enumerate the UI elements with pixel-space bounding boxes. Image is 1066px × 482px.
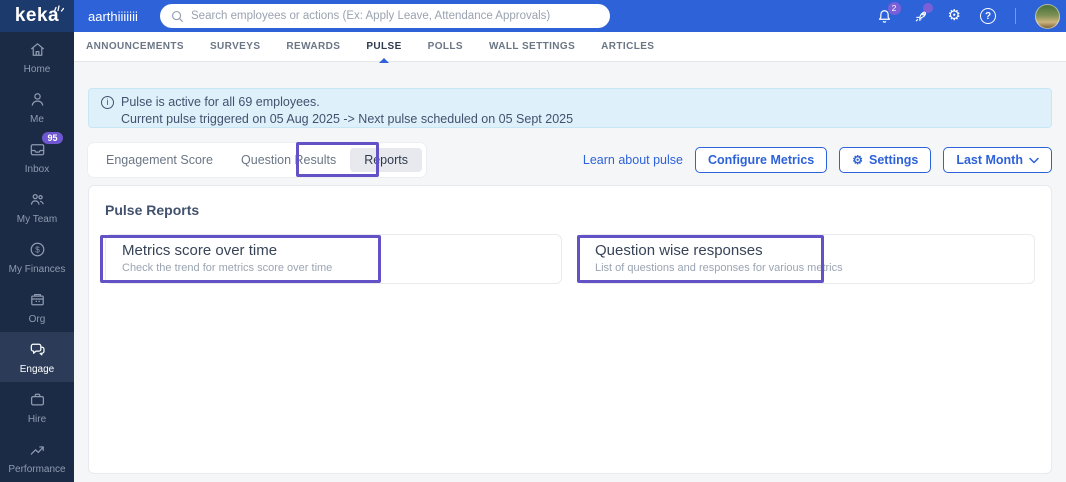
engage-icon (28, 340, 47, 359)
settings-header-button[interactable] (948, 7, 961, 25)
search-input[interactable] (191, 10, 599, 22)
search-icon (171, 10, 184, 23)
hire-icon (28, 390, 47, 409)
pulse-sub-tabs: Engagement Score Question Results Report… (88, 143, 426, 177)
help-icon: ? (980, 8, 996, 24)
gear-icon (852, 153, 863, 167)
tab-engagement-score[interactable]: Engagement Score (92, 148, 227, 172)
tab-wall-settings[interactable]: WALL SETTINGS (489, 32, 575, 62)
app-header: aarthiiiiiii 2 ? (74, 0, 1066, 32)
avatar[interactable] (1035, 3, 1060, 29)
tab-surveys[interactable]: SURVEYS (210, 32, 260, 62)
configure-metrics-button[interactable]: Configure Metrics (694, 147, 828, 173)
performance-icon (28, 440, 47, 459)
sidebar-item-hire[interactable]: Hire (0, 382, 74, 432)
inbox-count-badge: 95 (42, 131, 63, 144)
pulse-controls-row: Engagement Score Question Results Report… (88, 143, 1052, 177)
sidebar-item-my-finances[interactable]: $ My Finances (0, 232, 74, 282)
finances-icon: $ (28, 240, 47, 259)
help-button[interactable]: ? (980, 8, 996, 24)
sidebar-item-engage[interactable]: Engage (0, 332, 74, 382)
svg-text:$: $ (35, 245, 40, 254)
info-icon: i (101, 95, 114, 109)
gear-icon (948, 7, 961, 25)
learn-about-pulse-link[interactable]: Learn about pulse (583, 153, 683, 167)
tab-reports[interactable]: Reports (350, 148, 422, 172)
main-content: i Pulse is active for all 69 employees. … (74, 62, 1066, 482)
tab-polls[interactable]: POLLS (428, 32, 463, 62)
team-icon (28, 190, 47, 209)
inbox-icon: 95 (28, 131, 63, 159)
tab-articles[interactable]: ARTICLES (601, 32, 654, 62)
logo-spark-icon (53, 3, 64, 12)
notification-badge: 2 (887, 1, 901, 15)
pulse-reports-panel: Pulse Reports Metrics score over time Ch… (88, 185, 1052, 474)
tab-announcements[interactable]: ANNOUNCEMENTS (86, 32, 184, 62)
header-username: aarthiiiiiii (88, 8, 138, 24)
sidebar-item-inbox[interactable]: 95 Inbox (0, 131, 74, 182)
whats-new-button[interactable] (912, 2, 933, 25)
sidebar-item-performance[interactable]: Performance (0, 432, 74, 482)
tab-rewards[interactable]: REWARDS (286, 32, 340, 62)
home-icon (28, 40, 47, 59)
sidebar-item-org[interactable]: Org (0, 282, 74, 332)
period-dropdown[interactable]: Last Month (943, 147, 1052, 173)
tab-pulse[interactable]: PULSE (366, 32, 401, 62)
sidebar-item-home[interactable]: Home (0, 32, 74, 82)
report-card-metrics-score[interactable]: Metrics score over time Check the trend … (105, 234, 562, 284)
banner-line2: Current pulse triggered on 05 Aug 2025 -… (121, 112, 574, 126)
pulse-info-banner: i Pulse is active for all 69 employees. … (88, 88, 1052, 128)
sidebar-item-my-team[interactable]: My Team (0, 182, 74, 232)
global-search[interactable] (160, 4, 610, 28)
header-divider (1015, 8, 1016, 24)
user-icon (28, 90, 47, 109)
chevron-down-icon (1029, 157, 1039, 164)
notifications-button[interactable]: 2 (876, 1, 901, 25)
engage-tab-bar: ANNOUNCEMENTS SURVEYS REWARDS PULSE POLL… (74, 32, 1066, 62)
settings-button[interactable]: Settings (839, 147, 932, 173)
banner-line1: Pulse is active for all 69 employees. (121, 95, 320, 109)
sidebar-item-me[interactable]: Me (0, 82, 74, 132)
keka-logo[interactable]: keka (0, 0, 74, 32)
section-title: Pulse Reports (105, 202, 200, 218)
tab-question-results[interactable]: Question Results (227, 148, 350, 172)
whats-new-dot-badge (922, 2, 933, 13)
report-card-question-wise[interactable]: Question wise responses List of question… (578, 234, 1035, 284)
org-icon (28, 290, 47, 309)
main-sidebar: Home Me 95 Inbox My Team $ My Finances O… (0, 32, 74, 482)
